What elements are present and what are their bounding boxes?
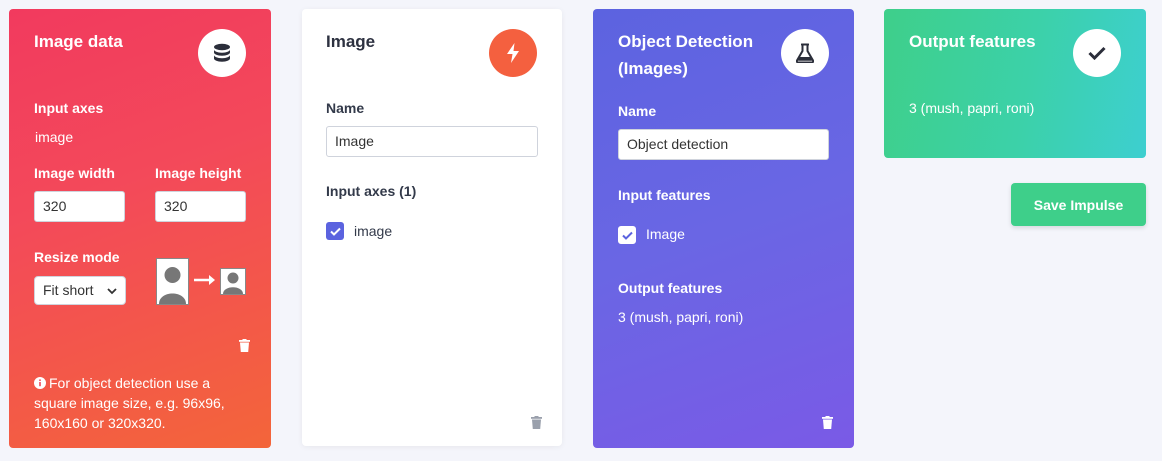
- card-title: Image data: [34, 32, 123, 51]
- input-features-label: Input features: [618, 187, 711, 203]
- image-data-card: Image data Input axes image Image width …: [9, 9, 271, 448]
- resize-mode-label: Resize mode: [34, 249, 120, 265]
- check-icon: [1073, 29, 1121, 77]
- name-label: Name: [326, 100, 365, 116]
- info-icon: [34, 377, 46, 389]
- axis-item-label: image: [354, 223, 393, 239]
- output-features-value: 3 (mush, papri, roni): [618, 309, 744, 325]
- card-title: Image: [326, 32, 376, 51]
- flask-icon: [781, 29, 829, 77]
- input-axes-label: Input axes (1): [326, 183, 417, 199]
- card-title: Output features: [909, 32, 1036, 51]
- input-feature-item: Image: [646, 226, 685, 242]
- database-icon: [198, 29, 246, 77]
- axis-checkbox[interactable]: [326, 222, 344, 240]
- info-note: For object detection use a square image …: [34, 373, 254, 433]
- resize-mode-value: Fit short: [43, 282, 94, 298]
- input-feature-checkbox[interactable]: [618, 226, 636, 244]
- name-input[interactable]: Object detection: [618, 129, 829, 160]
- image-height-label: Image height: [155, 165, 242, 181]
- trash-icon[interactable]: [239, 339, 250, 352]
- resize-mode-select[interactable]: Fit short: [34, 276, 126, 305]
- trash-icon[interactable]: [822, 416, 833, 429]
- check-icon: [329, 227, 341, 236]
- name-input[interactable]: Image: [326, 126, 538, 157]
- image-width-input[interactable]: 320: [34, 191, 125, 222]
- output-features-card: Output features 3 (mush, papri, roni): [884, 9, 1146, 158]
- bolt-icon: [489, 29, 537, 77]
- output-features-value: 3 (mush, papri, roni): [909, 100, 1035, 116]
- trash-icon[interactable]: [531, 416, 542, 429]
- image-width-label: Image width: [34, 165, 115, 181]
- save-impulse-button[interactable]: Save Impulse: [1011, 183, 1146, 226]
- resize-mode-illustration: [156, 258, 248, 306]
- name-label: Name: [618, 103, 657, 119]
- card-title: Object Detection (Images): [618, 32, 754, 78]
- check-icon: [621, 231, 633, 240]
- image-height-input[interactable]: 320: [155, 191, 246, 222]
- output-features-label: Output features: [618, 280, 723, 296]
- input-axes-label: Input axes: [34, 100, 104, 116]
- processing-block-card: Image Name Image Input axes (1) image: [302, 9, 562, 446]
- info-text: For object detection use a square image …: [34, 375, 225, 431]
- input-axes-value: image: [35, 129, 74, 145]
- learning-block-card: Object Detection (Images) Name Object de…: [593, 9, 854, 448]
- chevron-down-icon: [107, 287, 117, 294]
